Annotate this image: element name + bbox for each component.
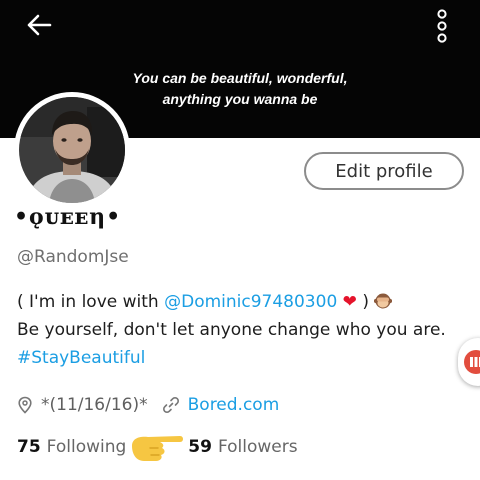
bio-hashtag-link[interactable]: #StayBeautiful (17, 348, 145, 368)
user-handle: @RandomJse (17, 247, 129, 267)
floating-side-tab[interactable] (458, 338, 480, 386)
website-link[interactable]: Bored.com (188, 395, 280, 415)
bio-mention-link[interactable]: @Dominic97480300 (164, 292, 337, 312)
bio-text-1: ( I'm in love with (17, 292, 165, 312)
profile-bio: ( I'm in love with @Dominic97480300 ❤ ) … (17, 288, 467, 372)
following-count: 75 (17, 437, 41, 457)
back-button[interactable] (22, 10, 56, 40)
see-no-evil-monkey-icon (374, 293, 393, 309)
display-name: •ǫᴜᴇᴇη• (14, 204, 122, 230)
follow-stats: 75 Following 59 Followers (17, 434, 298, 461)
link-icon (162, 396, 180, 414)
banner-quote: You can be beautiful, wonderful, anythin… (60, 68, 420, 110)
pointing-hand-emoji-icon (132, 436, 184, 461)
arrow-left-icon (27, 14, 52, 36)
profile-meta: *(11/16/16)* Bored.com (17, 393, 279, 417)
followers-label: Followers (217, 437, 298, 457)
location-text: *(11/16/16)* (41, 395, 148, 415)
side-tab-icon (464, 350, 480, 374)
more-options-button[interactable] (428, 8, 456, 44)
edit-profile-button[interactable]: Edit profile (304, 152, 464, 190)
followers-count: 59 (188, 437, 212, 457)
banner-quote-line-1: You can be beautiful, wonderful, (132, 70, 348, 86)
avatar-photo (19, 97, 125, 203)
heart-emoji: ❤ (342, 292, 357, 312)
bio-text-2: ) (356, 292, 369, 312)
banner-quote-line-2: anything you wanna be (162, 91, 318, 107)
more-vertical-icon (437, 9, 447, 43)
profile-avatar[interactable] (14, 92, 130, 208)
following-label: Following (46, 437, 127, 457)
bio-text-3: Be yourself, don't let anyone change who… (17, 320, 446, 340)
following-stat[interactable]: 75 Following (17, 437, 126, 457)
location-pin-icon (17, 396, 33, 414)
followers-stat[interactable]: 59 Followers (188, 437, 297, 457)
